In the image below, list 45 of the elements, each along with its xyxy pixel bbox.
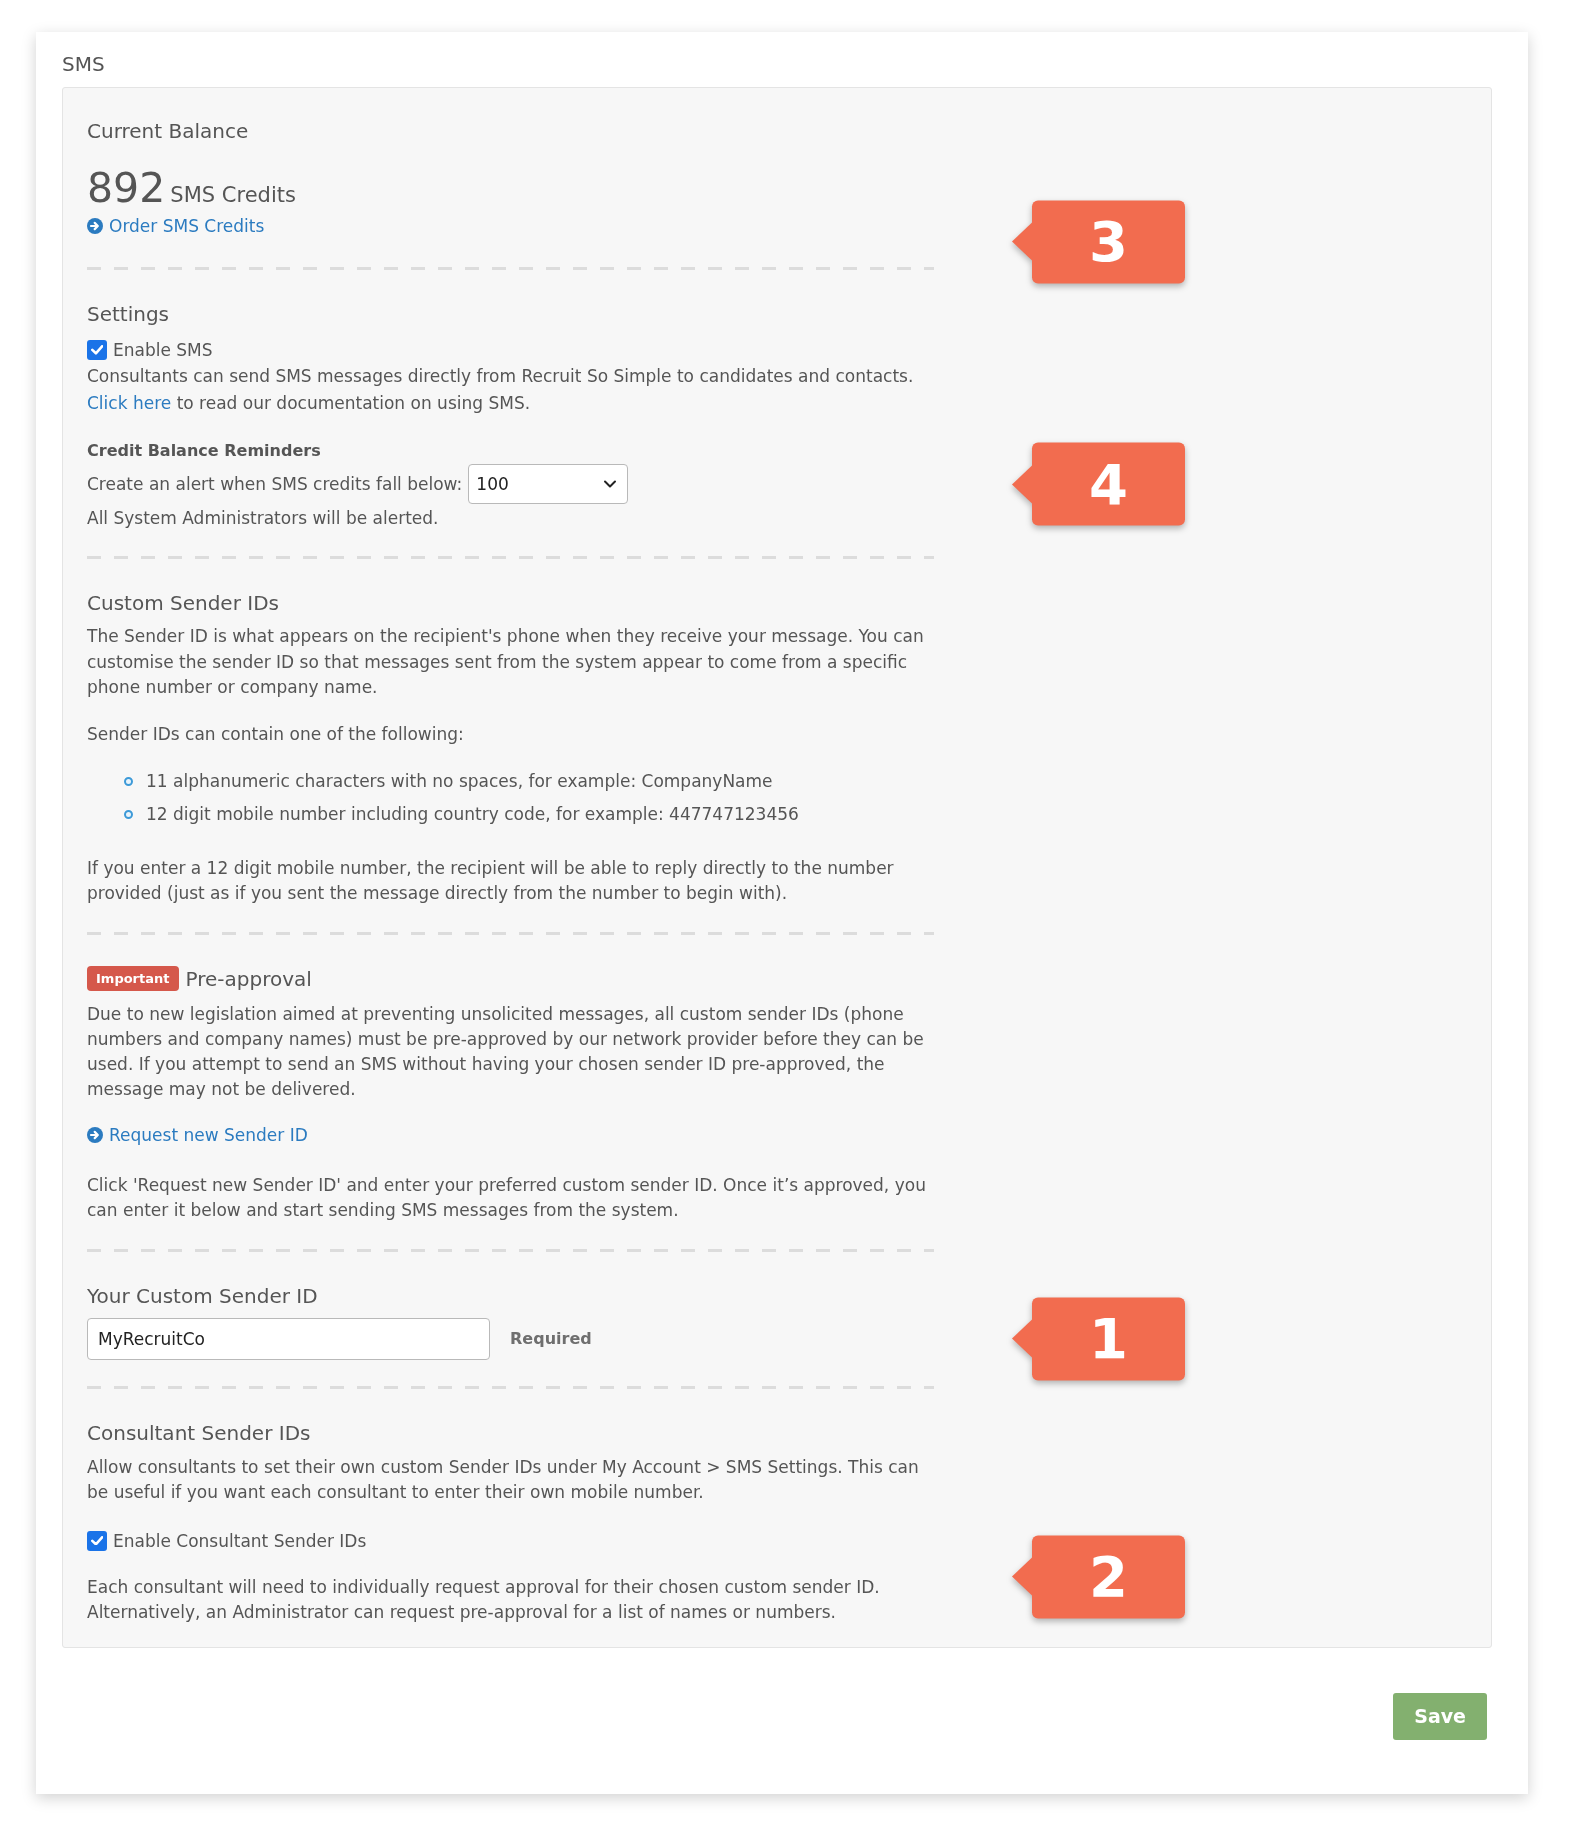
documentation-sentence: Click here to read our documentation on using SMS. (87, 392, 532, 415)
documentation-link[interactable]: Click here (87, 393, 172, 413)
step-callout: 2 (1012, 1535, 1185, 1618)
section-heading: Current Balance (87, 118, 250, 145)
description-text: Consultants can send SMS messages directly from Recruit So Simple to candidates and contacts. (87, 365, 915, 388)
paragraph-text: The Sender ID is what appears on the recipient's phone when they receive your message. You can customise the sender ID so that messages sent from the system appear to come from a specific phone number or company name. (87, 625, 925, 699)
checkmark-icon (90, 345, 104, 355)
paragraph-text: Click 'Request new Sender ID' and enter your preferred custom sender ID. Once it’s approved, you can enter it below and start sending SMS messages from the system. (87, 1173, 927, 1222)
alert-label: Create an alert when SMS credits fall below: (87, 472, 463, 496)
paragraph-text: Each consultant will need to individually request approval for their chosen custom sender ID. Alternatively, an Administrator can request pre-approval for a list of names or numbers. (87, 1575, 881, 1624)
checkbox[interactable] (87, 1530, 107, 1551)
section-heading: Custom Sender IDs (87, 590, 280, 617)
subsection-heading: Credit Balance Reminders (87, 440, 322, 462)
arrow-circle-icon (87, 1126, 103, 1143)
checkmark-icon (90, 1535, 104, 1546)
checkbox[interactable] (87, 340, 107, 360)
threshold-select[interactable]: 100 (468, 464, 629, 504)
section-heading: Pre-approval (185, 965, 312, 993)
note-text: All System Administrators will be alerted. (87, 507, 440, 530)
chevron-down-icon (603, 479, 618, 489)
section-heading: Consultant Sender IDs (87, 1419, 312, 1447)
request-sender-id-link[interactable]: Request new Sender ID (87, 1122, 308, 1147)
bullet-icon (124, 776, 133, 786)
field-label: Your Custom Sender ID (87, 1282, 319, 1310)
step-callout: 3 (1012, 200, 1185, 283)
paragraph-text: Sender IDs can contain one of the following: (87, 722, 465, 746)
step-callout: 1 (1012, 1297, 1185, 1380)
list-item-text: 12 digit mobile number including country code, for example: 447747123456 (146, 802, 799, 826)
bullet-icon (124, 809, 133, 819)
sender-id-input[interactable]: MyRecruitCo (87, 1317, 490, 1360)
paragraph-text: Allow consultants to set their own custom Sender IDs under My Account > SMS Settings. This can be useful if you want each consultant to enter their own mobile number. (87, 1455, 920, 1504)
order-credits-link[interactable]: Order SMS Credits (87, 214, 265, 238)
list-item-text: 11 alphanumeric characters with no spaces, for example: CompanyName (146, 769, 773, 793)
paragraph-text: If you enter a 12 digit mobile number, the recipient will be able to reply directly to the number provided (just as if you sent the message directly from the number to begin with). (87, 856, 895, 905)
credit-unit: SMS Credits (170, 183, 296, 207)
required-label: Required (510, 1329, 592, 1348)
important-badge: Important (87, 966, 179, 991)
section-heading: Settings (87, 301, 171, 328)
credit-balance: 892 (87, 164, 166, 212)
checkbox-label[interactable]: Enable Consultant Sender IDs (113, 1528, 367, 1553)
card-title: SMS (62, 51, 106, 78)
step-callout: 4 (1012, 442, 1185, 526)
checkbox-label[interactable]: Enable SMS (113, 338, 213, 362)
arrow-circle-icon (87, 218, 103, 234)
paragraph-text: Due to new legislation aimed at preventing unsolicited messages, all custom sender IDs (phone numbers and company names) must be pre-approved by our network provider before they can be used. If you attempt to send an SMS without having your chosen sender ID pre-approved, the message may not be delivered. (87, 1002, 925, 1101)
